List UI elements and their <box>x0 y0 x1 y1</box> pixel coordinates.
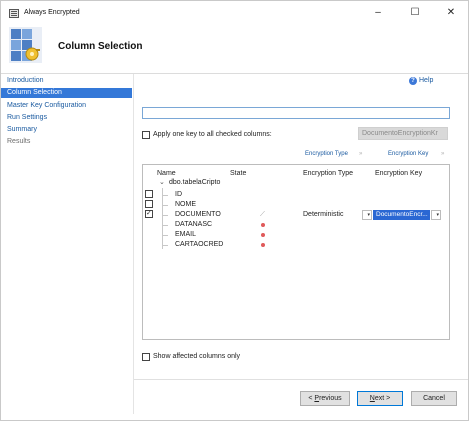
column-checkbox-documento[interactable] <box>145 209 153 218</box>
maximize-button[interactable]: ☐ <box>402 5 428 21</box>
title-bar: Always Encrypted – ☐ ✕ <box>1 1 468 27</box>
apply-key-combobox[interactable]: DocumentoEncryptionKr <box>358 127 448 140</box>
grid-header-state: State <box>230 170 247 177</box>
chevron-down-icon: ▾ <box>367 212 370 218</box>
encryption-key-dropdown[interactable]: DocumentoEncr... <box>373 210 430 220</box>
nav-item-introduction[interactable]: Introduction <box>1 76 132 86</box>
next-button[interactable]: Next > <box>357 391 403 406</box>
encryption-type-dropdown[interactable]: ▾ <box>362 210 372 220</box>
nav-divider <box>133 74 134 414</box>
help-link[interactable]: ? Help <box>409 77 434 85</box>
nav-item-run-settings[interactable]: Run Settings <box>1 113 132 123</box>
column-checkbox-id[interactable] <box>145 190 153 198</box>
tree-connector <box>162 225 168 226</box>
nav-item-summary[interactable]: Summary <box>1 125 132 135</box>
nav-item-results: Results <box>7 138 31 145</box>
encryption-key-dropdown-button[interactable]: ▾ <box>431 210 441 220</box>
column-name-email: EMAIL <box>175 231 197 238</box>
grid-header-name: Name <box>157 170 176 177</box>
show-affected-columns-checkbox[interactable] <box>142 353 150 361</box>
message-box <box>142 107 450 119</box>
column-checkbox-nome[interactable] <box>145 200 153 208</box>
bulk-encryption-key-link[interactable]: Encryption Key <box>388 151 428 157</box>
column-grid: Name State Encryption Type Encryption Ke… <box>142 164 450 340</box>
apply-one-key-label: Apply one key to all checked columns: <box>153 131 272 138</box>
pencil-icon: ⟋ <box>260 211 265 218</box>
bulk-encryption-type-link[interactable]: Encryption Type <box>305 151 348 157</box>
tree-connector <box>162 235 168 236</box>
column-name-id: ID <box>175 191 182 198</box>
footer-divider <box>134 379 468 380</box>
cancel-button[interactable]: Cancel <box>411 391 457 406</box>
apply-one-key-checkbox[interactable] <box>142 131 150 139</box>
tree-connector <box>162 195 168 196</box>
nav-item-master-key-configuration[interactable]: Master Key Configuration <box>1 101 132 111</box>
close-button[interactable]: ✕ <box>438 5 464 21</box>
nav-item-column-selection[interactable]: Column Selection <box>1 88 132 98</box>
encryption-key-value: DocumentoEncr... <box>376 211 428 218</box>
minimize-button[interactable]: – <box>365 5 391 21</box>
help-label: Help <box>419 77 434 84</box>
wizard-window: Always Encrypted – ☐ ✕ Column Selection … <box>0 0 469 421</box>
tree-line <box>162 188 163 249</box>
next-button-rest: ext > <box>374 395 391 402</box>
column-name-nome: NOME <box>175 201 196 208</box>
column-name-datanasc: DATANASC <box>175 221 213 228</box>
grid-header-encryption-key: Encryption Key <box>375 170 423 177</box>
help-icon: ? <box>409 77 417 85</box>
bulk-type-arrow-icon: » <box>359 151 363 157</box>
tree-connector <box>162 215 168 216</box>
table-node: dbo.tabelaCripto <box>169 179 221 186</box>
page-header: Column Selection <box>1 27 468 77</box>
window-title: Always Encrypted <box>24 9 80 16</box>
wizard-page-icon <box>9 27 42 63</box>
encryption-type-value: Deterministic <box>303 211 344 218</box>
show-affected-columns-label: Show affected columns only <box>153 353 241 360</box>
tree-connector <box>162 205 168 206</box>
grid-header-encryption-type: Encryption Type <box>303 170 354 177</box>
state-dot-icon <box>261 223 265 227</box>
previous-button[interactable]: < Previous <box>300 391 350 406</box>
column-name-documento: DOCUMENTO <box>175 211 221 218</box>
page-title: Column Selection <box>58 41 143 52</box>
previous-button-rest: revious <box>319 395 342 402</box>
table-expander-icon[interactable]: ⌄ <box>159 178 165 186</box>
state-dot-icon <box>261 233 265 237</box>
state-dot-icon <box>261 243 265 247</box>
bulk-key-arrow-icon: » <box>441 151 445 157</box>
column-name-cartaocred: CARTAOCRED <box>175 241 224 248</box>
tree-connector <box>162 245 168 246</box>
app-icon <box>9 9 19 18</box>
wizard-nav: Introduction Column Selection Master Key… <box>1 74 133 420</box>
chevron-down-icon: ▾ <box>436 212 439 218</box>
